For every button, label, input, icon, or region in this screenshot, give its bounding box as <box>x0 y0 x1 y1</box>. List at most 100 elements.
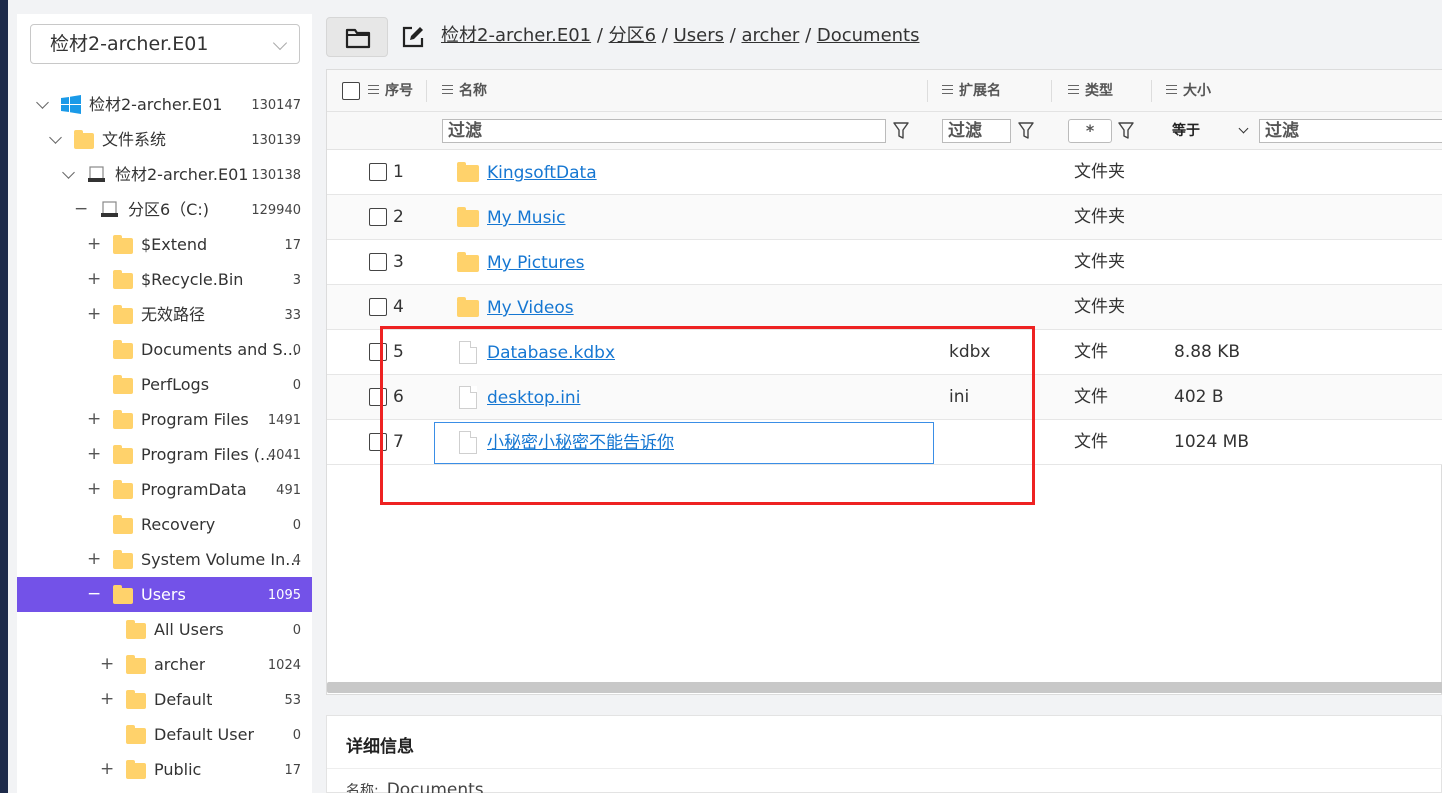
tree-node[interactable]: 检材2-archer.E01 130138 <box>17 157 312 192</box>
edit-icon[interactable] <box>400 24 426 50</box>
column-menu-icon[interactable] <box>442 85 453 94</box>
breadcrumb-item[interactable]: Documents <box>817 25 920 46</box>
tree-node-label: $Extend <box>141 235 208 254</box>
ext-filter-input[interactable]: 过滤 <box>942 119 1011 143</box>
tree-node[interactable]: + Public 17 <box>17 752 312 787</box>
tree-node-label: Program Files <box>141 410 249 429</box>
row-checkbox[interactable] <box>369 253 387 271</box>
size-operator-select[interactable]: 等于 <box>1172 119 1252 143</box>
details-name: 名称: Documents <box>346 780 484 793</box>
column-header-ext[interactable]: 扩展名 <box>942 70 1001 112</box>
select-all-checkbox[interactable] <box>342 82 360 100</box>
column-header-name[interactable]: 名称 <box>442 70 487 112</box>
column-header-type[interactable]: 类型 <box>1068 70 1113 112</box>
tree-node[interactable]: Default User 0 <box>17 717 312 752</box>
row-index: 3 <box>393 252 404 272</box>
expand-icon[interactable]: + <box>100 647 114 682</box>
file-size: 8.88 KB <box>1174 342 1241 362</box>
file-tree: 检材2-archer.E01 130147 文件系统 130139 检材2-archer… <box>17 87 312 787</box>
column-menu-icon[interactable] <box>942 85 953 94</box>
tree-node[interactable]: PerfLogs 0 <box>17 367 312 402</box>
column-header-index[interactable]: 序号 <box>368 70 413 112</box>
table-row[interactable]: 1 KingsoftData 文件夹 <box>327 150 1442 195</box>
row-index: 4 <box>393 297 404 317</box>
expand-icon[interactable]: + <box>87 227 101 262</box>
tree-node-count: 0 <box>292 518 301 533</box>
expand-icon[interactable]: + <box>100 752 114 787</box>
tree-node[interactable]: + ProgramData 491 <box>17 472 312 507</box>
expand-icon[interactable]: + <box>87 297 101 332</box>
tree-node[interactable]: + archer 1024 <box>17 647 312 682</box>
tree-node-label: ProgramData <box>141 480 247 499</box>
breadcrumb-item[interactable]: 检材2-archer.E01 <box>441 25 591 46</box>
row-index: 2 <box>393 207 404 227</box>
chevron-down-icon[interactable] <box>48 122 62 157</box>
size-filter-input[interactable]: 过滤 <box>1259 119 1442 143</box>
tree-node[interactable]: 检材2-archer.E01 130147 <box>17 87 312 122</box>
breadcrumb-item[interactable]: Users <box>674 25 724 46</box>
file-name-link[interactable]: My Pictures <box>487 240 584 285</box>
tree-node[interactable]: + Program Files (... 4041 <box>17 437 312 472</box>
tree-node[interactable]: + Default 53 <box>17 682 312 717</box>
tree-node[interactable]: + $Extend 17 <box>17 227 312 262</box>
tree-node-label: 检材2-archer.E01 <box>115 165 249 184</box>
left-edge-strip <box>0 0 8 793</box>
tree-node[interactable]: Recovery 0 <box>17 507 312 542</box>
tree-node[interactable]: Documents and S... 0 <box>17 332 312 367</box>
filter-icon[interactable] <box>893 122 909 140</box>
breadcrumb-item[interactable]: 分区6 <box>609 25 656 46</box>
expand-icon[interactable]: + <box>87 542 101 577</box>
folder-icon <box>113 410 133 429</box>
evidence-select[interactable]: 检材2-archer.E01 <box>30 24 300 64</box>
filter-icon[interactable] <box>1018 122 1034 140</box>
breadcrumb-item[interactable]: archer <box>742 25 800 46</box>
filter-icon[interactable] <box>1118 122 1134 140</box>
table-row[interactable]: 3 My Pictures 文件夹 <box>327 240 1442 285</box>
tree-node[interactable]: − 分区6（C:) 129940 <box>17 192 312 227</box>
row-checkbox[interactable] <box>369 298 387 316</box>
column-menu-icon[interactable] <box>368 85 379 94</box>
tree-node[interactable]: 文件系统 130139 <box>17 122 312 157</box>
expand-icon[interactable]: + <box>87 472 101 507</box>
tree-node-count: 4 <box>292 553 301 568</box>
expand-icon[interactable]: + <box>87 437 101 472</box>
column-menu-icon[interactable] <box>1068 85 1079 94</box>
column-menu-icon[interactable] <box>1166 85 1177 94</box>
collapse-icon[interactable]: − <box>87 577 101 612</box>
tree-node[interactable]: + System Volume In... 4 <box>17 542 312 577</box>
tree-node-label: 无效路径 <box>141 305 206 324</box>
name-filter-input[interactable]: 过滤 <box>442 119 886 143</box>
folder-view-button[interactable] <box>326 17 388 57</box>
chevron-down-icon[interactable] <box>61 157 75 192</box>
chevron-down-icon[interactable] <box>35 87 49 122</box>
file-type: 文件夹 <box>1074 252 1125 272</box>
type-filter-input[interactable]: * <box>1068 119 1112 143</box>
tree-node-count: 17 <box>284 238 301 253</box>
tree-node[interactable]: All Users 0 <box>17 612 312 647</box>
expand-icon[interactable]: + <box>87 402 101 437</box>
tree-node[interactable]: + Program Files 1491 <box>17 402 312 437</box>
tree-node[interactable]: + 无效路径 33 <box>17 297 312 332</box>
row-checkbox[interactable] <box>369 163 387 181</box>
expand-icon[interactable]: + <box>87 262 101 297</box>
folder-icon <box>113 445 133 464</box>
file-name-link[interactable]: My Music <box>487 195 566 240</box>
tree-node-label: Default <box>154 690 213 709</box>
file-type: 文件 <box>1074 387 1108 407</box>
table-row[interactable]: 2 My Music 文件夹 <box>327 195 1442 240</box>
tree-node-label: Default User <box>154 725 255 744</box>
column-header-size[interactable]: 大小 <box>1166 70 1211 112</box>
table-row[interactable]: 4 My Videos 文件夹 <box>327 285 1442 330</box>
tree-node-count: 33 <box>284 308 301 323</box>
file-name-link[interactable]: My Videos <box>487 285 574 330</box>
collapse-icon[interactable]: − <box>74 192 88 227</box>
file-size: 402 B <box>1174 387 1224 407</box>
tree-node[interactable]: − Users 1095 <box>17 577 312 612</box>
expand-icon[interactable]: + <box>100 682 114 717</box>
horizontal-scrollbar[interactable] <box>327 682 1442 693</box>
file-name-link[interactable]: KingsoftData <box>487 150 597 195</box>
tree-node[interactable]: + $Recycle.Bin 3 <box>17 262 312 297</box>
file-type: 文件夹 <box>1074 207 1125 227</box>
row-checkbox[interactable] <box>369 208 387 226</box>
tree-node-count: 4041 <box>267 448 301 463</box>
